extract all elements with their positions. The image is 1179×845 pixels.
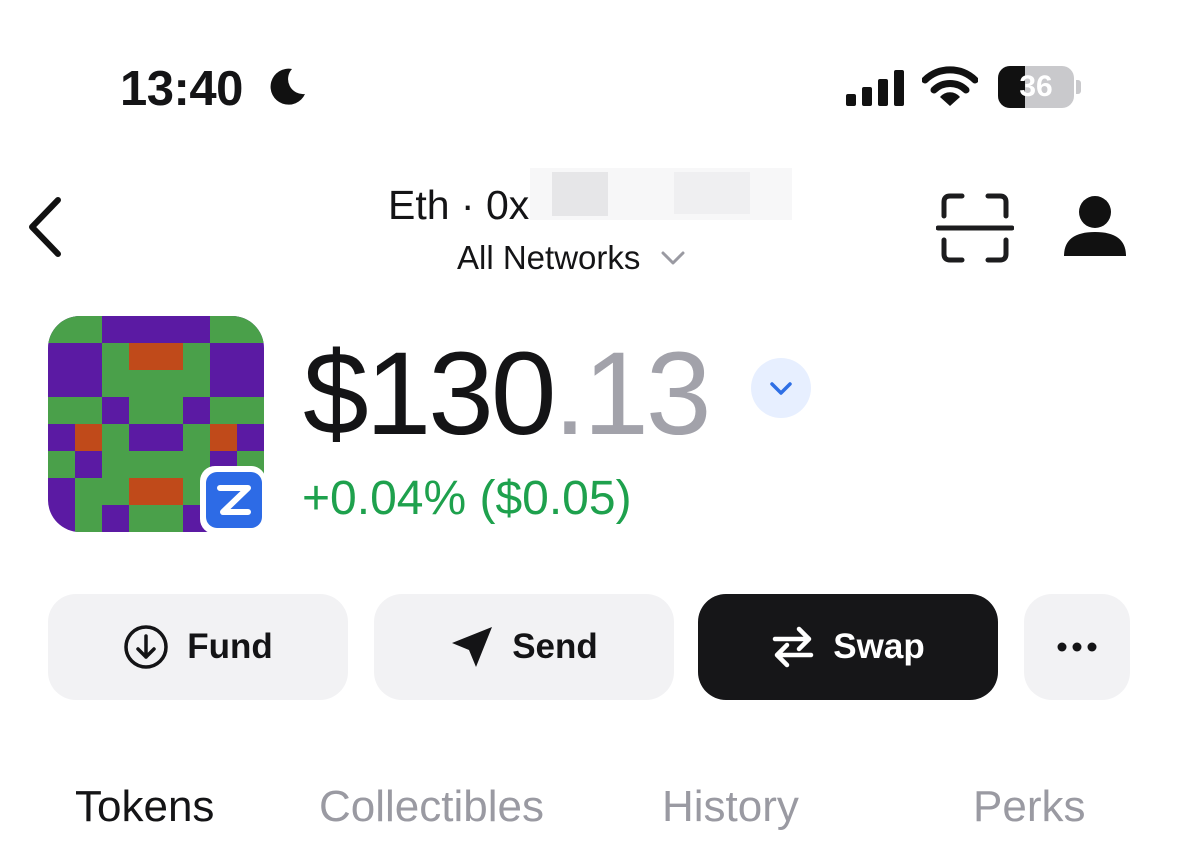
network-label: All Networks <box>457 239 641 276</box>
fund-button[interactable]: Fund <box>48 594 348 700</box>
send-label: Send <box>512 627 598 666</box>
balance-toggle-button[interactable] <box>751 358 811 418</box>
back-chevron-icon[interactable] <box>22 194 66 260</box>
swap-label: Swap <box>833 627 925 666</box>
tab-collectibles[interactable]: Collectibles <box>319 780 544 834</box>
wifi-icon <box>922 66 978 106</box>
battery-icon: 36 <box>998 66 1074 108</box>
fund-label: Fund <box>187 627 273 666</box>
paper-plane-icon <box>452 627 493 667</box>
balance-cents: .13 <box>553 328 712 460</box>
status-time: 13:40 <box>120 62 243 116</box>
scan-qr-icon[interactable] <box>936 192 1014 264</box>
send-button[interactable]: Send <box>374 594 674 700</box>
battery-cap <box>1076 80 1081 94</box>
swap-arrows-icon <box>773 626 814 668</box>
more-dots-icon <box>1057 642 1097 652</box>
chevron-down-icon <box>770 382 792 395</box>
balance-amount: $130.13 <box>303 334 712 454</box>
chevron-down-icon <box>661 251 685 265</box>
chain-logo-icon <box>206 472 262 528</box>
balance-whole: $130 <box>303 328 557 460</box>
tab-tokens[interactable]: Tokens <box>75 780 214 834</box>
balance-change: +0.04% ($0.05) <box>302 472 632 525</box>
network-selector[interactable]: All Networks <box>457 236 686 280</box>
moon-icon <box>270 68 305 105</box>
account-name[interactable]: Eth · 0x <box>388 180 529 230</box>
redacted-address <box>530 168 792 220</box>
chain-badge <box>200 466 266 534</box>
tab-history[interactable]: History <box>662 780 799 834</box>
swap-button[interactable]: Swap <box>698 594 998 700</box>
battery-percent: 36 <box>1019 70 1053 103</box>
cellular-signal-icon <box>846 70 904 106</box>
profile-icon[interactable] <box>1062 194 1128 260</box>
more-button[interactable] <box>1024 594 1130 700</box>
tab-perks[interactable]: Perks <box>973 780 1085 834</box>
arrow-down-circle-icon <box>124 625 168 669</box>
